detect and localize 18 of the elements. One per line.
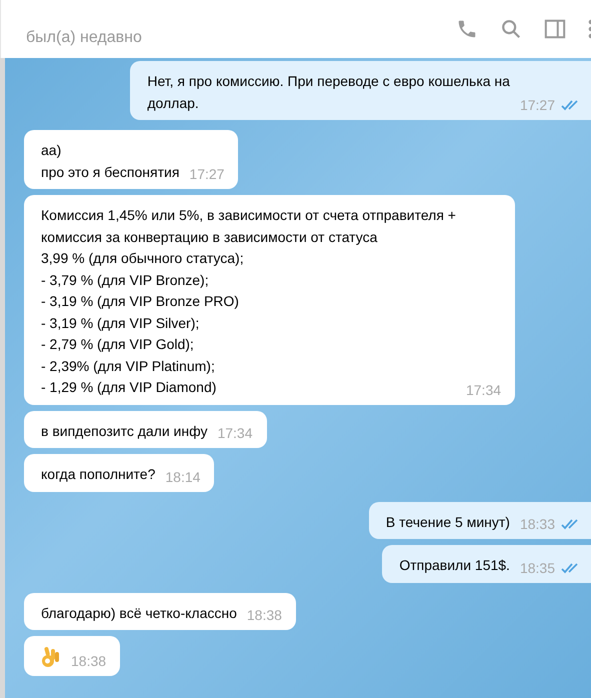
message-text: аа) про это я беспонятия	[41, 141, 180, 182]
message-text: благодарю) всё четко-классно	[41, 604, 237, 623]
message-time: 17:34	[466, 380, 502, 400]
message-time: 18:35	[520, 558, 555, 578]
message-text: Комиссия 1,45% или 5%, в зависимости от счета отправителя + комиссия за конвертацию в зависимости от статуса 3,99 % (для обычного статуса); - 3,79 % (для VIP Bronze); - 3,19 % (для VIP Bronze PRO) - 3,19 % (для VIP Silver); - 2,79 % (для VIP Gold); - 2,39% (для VIP Platinum); - 1,29 % (для VIP Diamond)	[41, 206, 456, 397]
message-text: Нет, я про комиссию. При переводе с евро кошелька на доллар.	[147, 72, 510, 113]
status-text: был(а) недавно	[26, 28, 142, 48]
message-text: В течение 5 минут)	[386, 512, 510, 532]
message-time: 18:14	[165, 468, 200, 486]
message-time: 18:38	[246, 606, 282, 625]
message-time: 17:27	[520, 96, 555, 115]
message-time: 18:33	[520, 515, 555, 534]
message-text: когда пополните?	[41, 465, 156, 484]
message-text: Отправили 151$.	[399, 556, 510, 575]
message-text: в випдепозитс дали инфу	[41, 422, 208, 441]
message-time: 17:34	[217, 424, 253, 443]
message-time: 18:38	[71, 652, 106, 671]
message-time: 17:27	[189, 165, 224, 184]
